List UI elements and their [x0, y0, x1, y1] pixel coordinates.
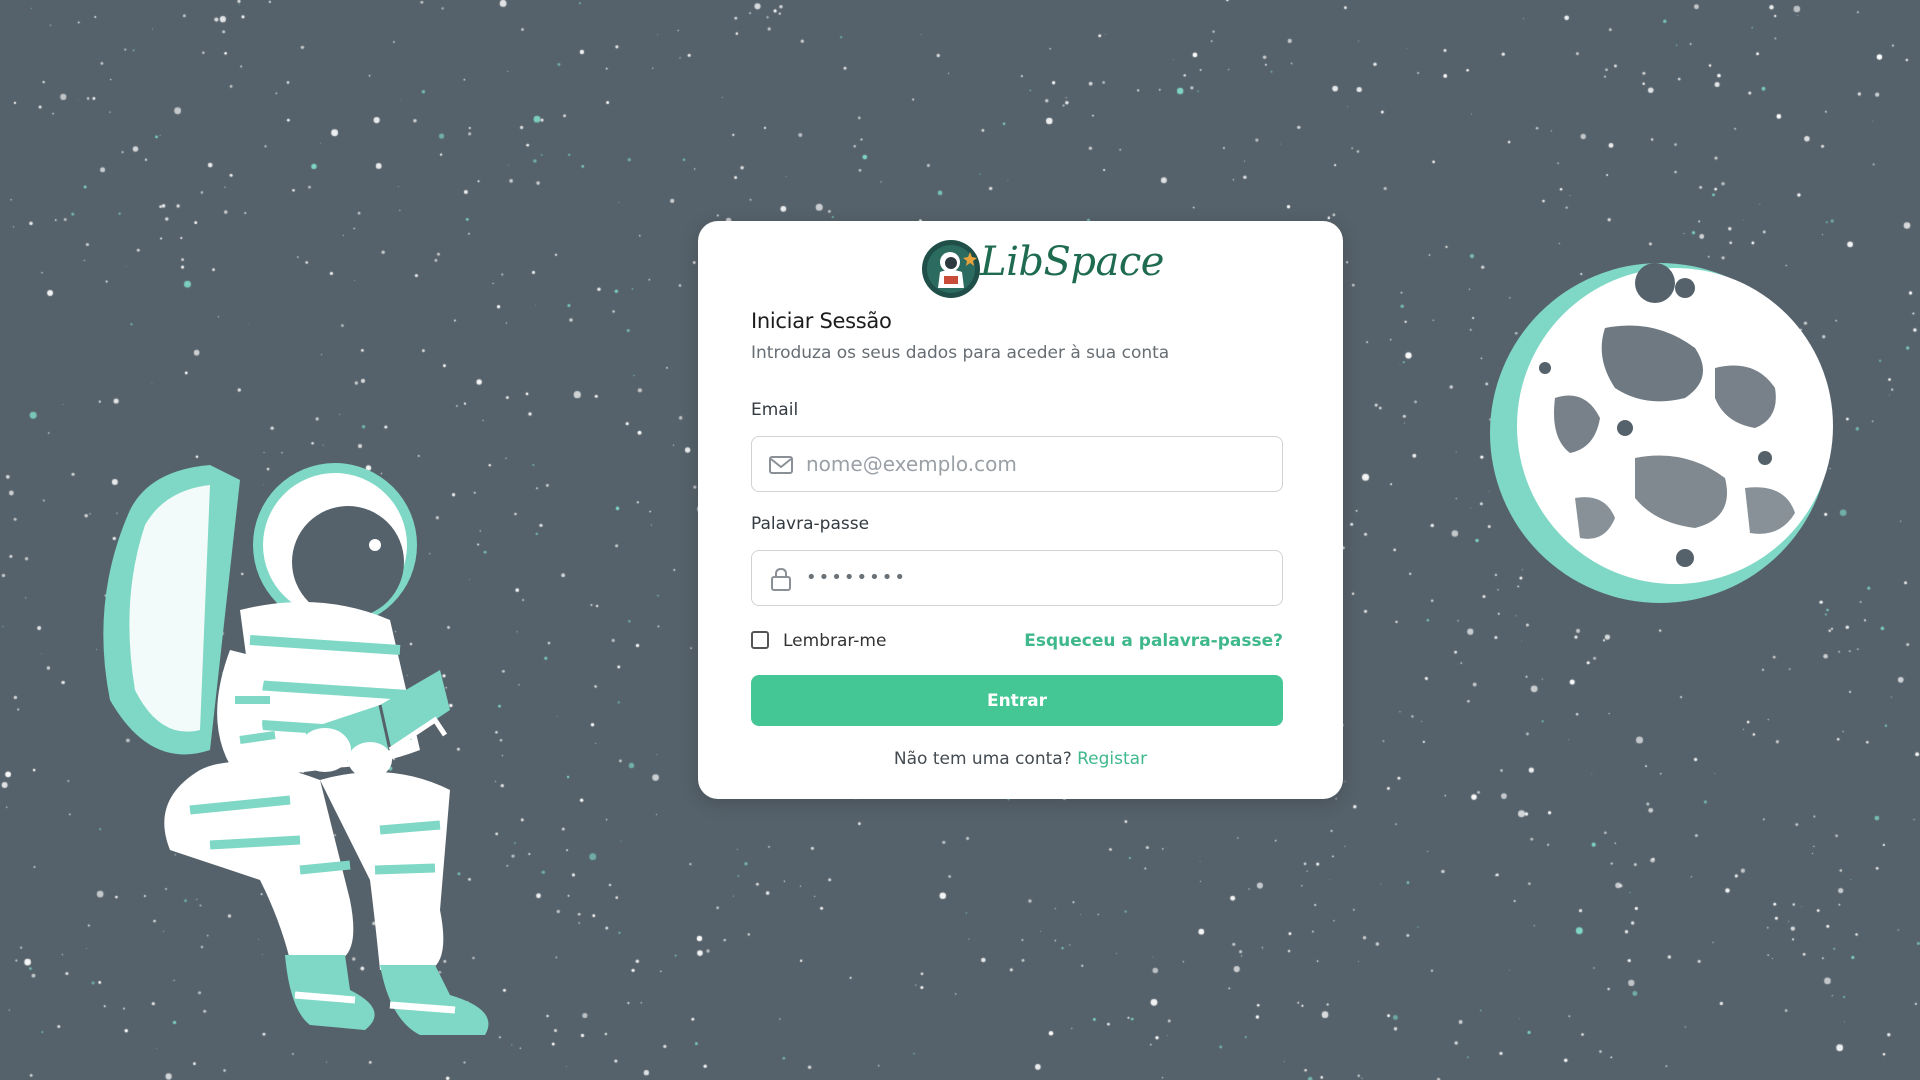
forgot-password-link[interactable]: Esqueceu a palavra-passe?: [1024, 631, 1283, 651]
astronaut-logo-icon: [922, 240, 980, 298]
email-label: Email: [751, 400, 799, 420]
remember-label: Lembrar-me: [783, 631, 887, 651]
login-card: LibSpace Iniciar Sessão Introduza os seu…: [698, 221, 1343, 799]
remember-checkbox[interactable]: [751, 631, 769, 649]
lock-icon: [771, 567, 791, 591]
signup-prompt-text: Não tem uma conta?: [893, 749, 1078, 769]
mail-icon: [769, 456, 793, 474]
register-link[interactable]: Registar: [1077, 749, 1147, 769]
page-title: Iniciar Sessão: [751, 309, 892, 333]
page-subtitle: Introduza os seus dados para aceder à su…: [751, 343, 1170, 363]
brand-logo: LibSpace: [920, 233, 1164, 313]
brand-name: LibSpace: [980, 239, 1164, 285]
password-label: Palavra-passe: [751, 514, 870, 534]
login-button[interactable]: Entrar: [751, 675, 1283, 726]
moon-illustration: [1490, 263, 1833, 603]
password-input[interactable]: [806, 551, 1266, 604]
email-field-wrapper[interactable]: [751, 436, 1283, 492]
signup-prompt: Não tem uma conta? Registar: [698, 749, 1343, 769]
password-field-wrapper[interactable]: [751, 550, 1283, 606]
astronaut-illustration: [103, 463, 489, 1035]
email-input[interactable]: [806, 437, 1266, 490]
